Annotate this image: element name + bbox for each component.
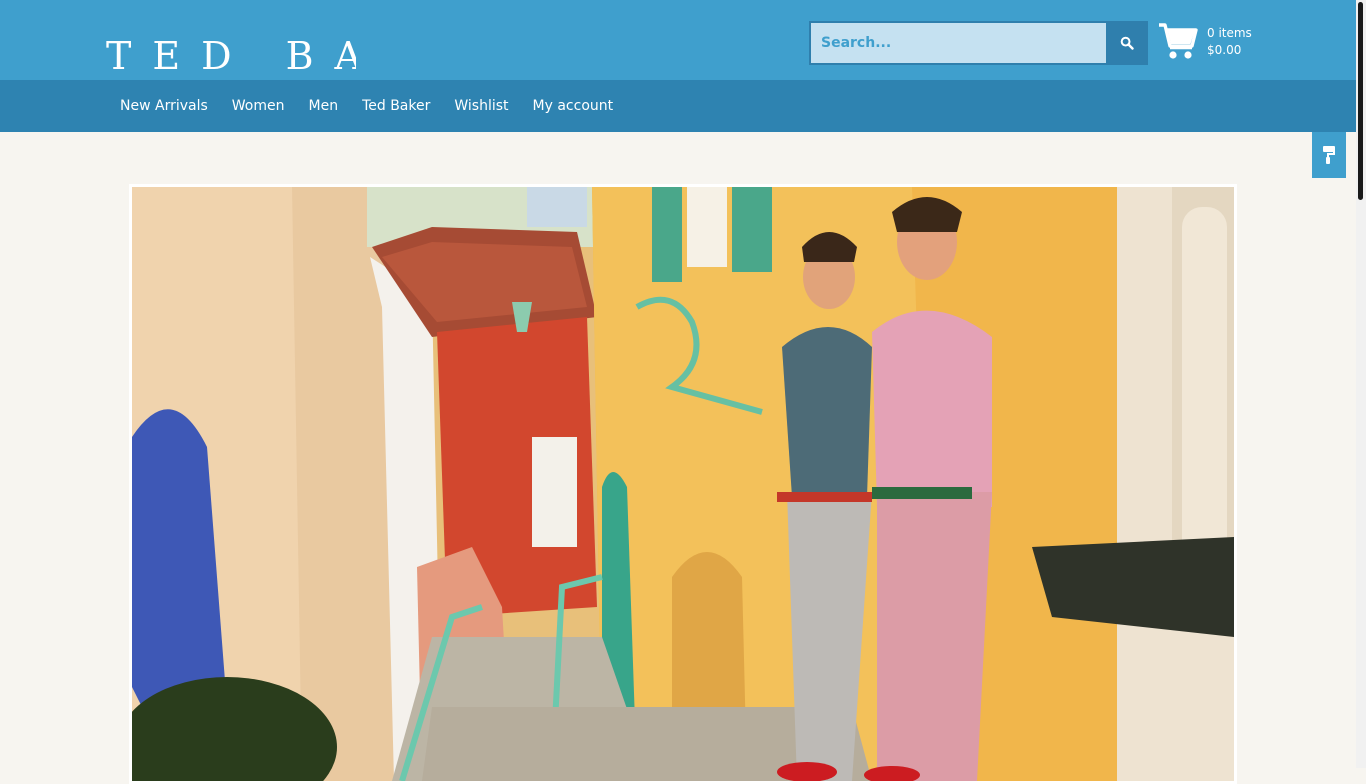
style-switcher-tab[interactable] [1312, 132, 1346, 178]
search-form [809, 21, 1148, 65]
nav-item-wishlist[interactable]: Wishlist [442, 80, 520, 132]
scrollbar-thumb[interactable] [1358, 2, 1363, 200]
nav-item-women[interactable]: Women [220, 80, 297, 132]
nav-item-my-account[interactable]: My account [521, 80, 626, 132]
cart-item-count: 0 items [1207, 26, 1252, 40]
page-scrollbar[interactable] [1356, 0, 1366, 768]
site-logo[interactable]: TED BAKE [106, 36, 356, 76]
nav-list: New Arrivals Women Men Ted Baker Wishlis… [108, 80, 625, 132]
paint-roller-icon [1323, 146, 1335, 164]
hero-photo[interactable] [132, 187, 1234, 781]
search-icon [1120, 36, 1134, 50]
hero-illustration [132, 187, 1234, 781]
site-header: TED BAKE 0 items $0.00 [0, 0, 1356, 80]
cart-total: $0.00 [1207, 43, 1242, 57]
cart-icon [1159, 23, 1198, 59]
cart-summary[interactable]: 0 items $0.00 [1158, 22, 1278, 62]
search-input[interactable] [811, 23, 1106, 63]
nav-item-men[interactable]: Men [297, 80, 351, 132]
nav-item-ted-baker[interactable]: Ted Baker [350, 80, 442, 132]
search-button[interactable] [1108, 23, 1146, 63]
main-navigation: New Arrivals Women Men Ted Baker Wishlis… [0, 80, 1356, 132]
cart-info: 0 items $0.00 [1207, 25, 1252, 59]
hero-banner [129, 184, 1237, 784]
nav-item-new-arrivals[interactable]: New Arrivals [108, 80, 220, 132]
